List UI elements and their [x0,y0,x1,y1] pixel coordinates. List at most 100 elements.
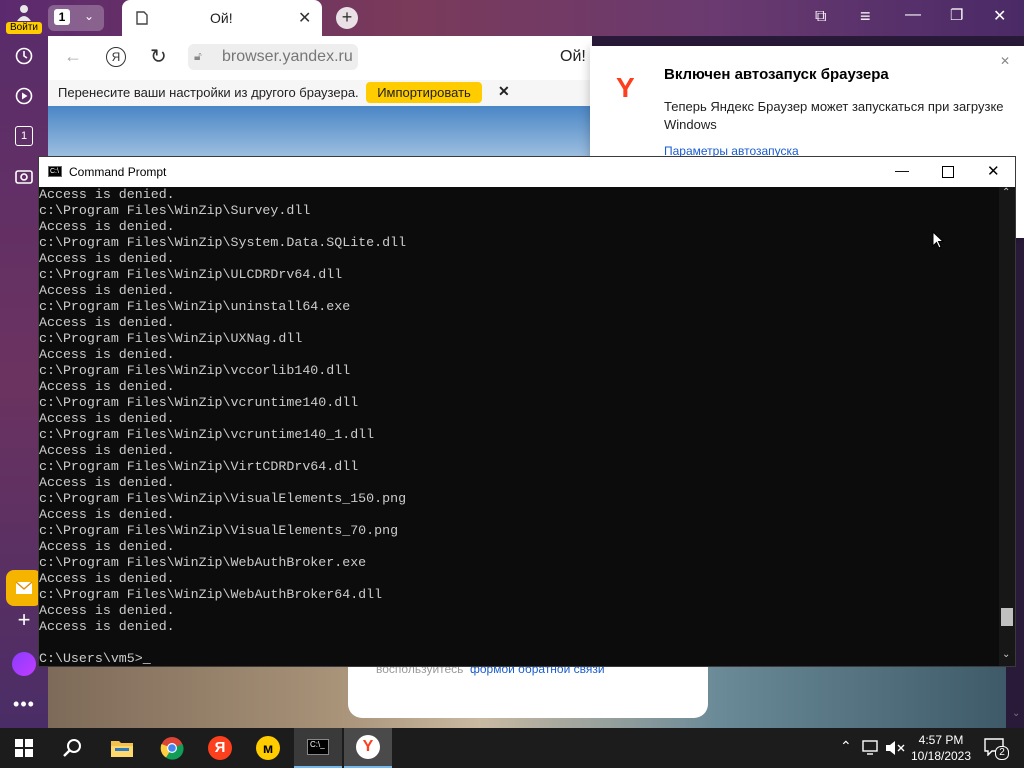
tab-active[interactable]: Ой! ✕ [122,0,322,36]
more-button[interactable]: ••• [6,686,42,722]
profile-label: Войти [6,22,42,34]
rail-tab-counter: 1 [15,126,33,146]
cmd-line: Access is denied. [39,603,175,618]
close-tab-icon[interactable]: ✕ [298,8,311,28]
command-prompt-window: C:\ Command Prompt — ✕ Access is denied.… [38,156,1016,667]
cmd-app-icon: C:\ [48,166,62,177]
start-button[interactable] [0,728,48,768]
cmd-minimize-icon[interactable]: — [895,162,909,178]
cmd-maximize-icon[interactable] [942,166,954,178]
cmd-line: c:\Program Files\WinZip\WebAuthBroker.ex… [39,555,367,570]
close-window-icon[interactable]: ✕ [993,6,1006,26]
cmd-line: Access is denied. [39,219,175,234]
cmd-line: c:\Program Files\WinZip\Survey.dll [39,203,311,218]
cmd-scrollbar[interactable]: ⌃ ⌄ [999,187,1015,666]
cmd-line: c:\Program Files\WinZip\vccorlib140.dll [39,363,351,378]
mail-icon [15,581,33,594]
cmd-taskbar-button[interactable]: C:\_ [294,728,342,768]
clock-date: 10/18/2023 [910,749,972,763]
history-button[interactable] [6,38,42,74]
scroll-thumb[interactable] [1001,608,1013,626]
yandex-browser-icon: Y [356,735,380,759]
yandex-icon: Я [208,736,232,760]
cmd-line: c:\Program Files\WinZip\System.Data.SQLi… [39,235,407,250]
close-import-bar-icon[interactable]: ✕ [498,83,510,100]
cmd-line: C:\Users\vm5>_ [39,651,151,666]
yandex-logo-icon: Y [616,72,635,103]
cmd-line: Access is denied. [39,619,175,634]
cmd-line [39,635,997,651]
yandex-button-taskbar[interactable]: Я [196,728,244,768]
folder-icon [111,741,133,757]
cmd-line: c:\Program Files\WinZip\ULCDRDrv64.dll [39,267,343,282]
volume-muted-icon[interactable] [885,740,905,756]
cmd-close-icon[interactable]: ✕ [987,162,1000,180]
yandex-button[interactable]: Я [106,47,126,67]
search-button[interactable] [48,728,96,768]
cmd-taskbar-icon: C:\_ [307,739,329,755]
cmd-line: c:\Program Files\WinZip\uninstall64.exe [39,299,351,314]
market-icon: м [256,736,280,760]
cmd-line: c:\Program Files\WinZip\WebAuthBroker64.… [39,587,383,602]
import-message: Перенесите ваши настройки из другого бра… [58,85,359,100]
cmd-title-bar[interactable]: C:\ Command Prompt — ✕ [39,157,1015,187]
cmd-line: Access is denied. [39,571,175,586]
cmd-line: c:\Program Files\WinZip\vcruntime140.dll [39,395,359,410]
lock-icon: 🔓︎ [194,49,202,63]
cmd-line: c:\Program Files\WinZip\VirtCDRDrv64.dll [39,459,359,474]
notification-close-icon[interactable]: ✕ [1000,54,1010,68]
file-explorer-button[interactable] [98,728,146,768]
page-icon [136,11,148,25]
import-button[interactable]: Импортировать [366,82,482,103]
windows-logo-icon [15,739,33,757]
user-avatar-icon [17,5,31,21]
bookmarks-icon[interactable]: ⧉ [815,8,826,26]
url-field[interactable]: 🔓︎ browser.yandex.ru [188,44,358,70]
camera-icon [15,170,33,184]
cmd-line: Access is denied. [39,475,175,490]
browser-tab-strip: Войти 1 ⌄ Ой! ✕ + ⧉ ≡ — ❐ ✕ [0,0,1024,36]
profile-button[interactable]: Войти [4,2,44,34]
cmd-line: c:\Program Files\WinZip\vcruntime140_1.d… [39,427,375,442]
cmd-line: Access is denied. [39,507,175,522]
cmd-line: c:\Program Files\WinZip\VisualElements_7… [39,523,399,538]
add-sidebar-button[interactable]: + [6,602,42,638]
action-center-button[interactable]: 2 [984,738,1009,760]
import-settings-bar: Перенесите ваши настройки из другого бра… [48,80,590,106]
address-bar: ← Я ↻ 🔓︎ browser.yandex.ru Ой! [48,36,592,80]
tab-counter: 1 [54,9,70,25]
cmd-line: c:\Program Files\WinZip\UXNag.dll [39,331,303,346]
play-icon [15,87,33,105]
tabs-button[interactable]: 1 [6,118,42,154]
page-scroll-indicator[interactable]: ⌄ [1012,708,1020,719]
minimize-icon[interactable]: — [905,6,921,24]
clock-time: 4:57 PM [918,733,964,747]
clock[interactable]: 4:57 PM 10/18/2023 [906,731,976,767]
mail-button[interactable] [6,570,42,606]
tab-counter-button[interactable]: 1 ⌄ [48,5,104,31]
cmd-line: Access is denied. [39,539,175,554]
media-button[interactable] [6,78,42,114]
show-hidden-icons-icon[interactable]: ⌃ [840,738,852,755]
cmd-line: Access is denied. [39,283,175,298]
cmd-line: Access is denied. [39,347,175,362]
chrome-button[interactable] [148,728,196,768]
new-tab-button[interactable]: + [336,7,358,29]
text-cursor: _ [142,651,151,666]
cmd-line: Access is denied. [39,379,175,394]
yandex-market-button[interactable]: м [244,728,292,768]
back-arrow-icon[interactable]: ← [64,46,82,67]
alice-icon [12,652,36,676]
yandex-browser-taskbar-button[interactable]: Y [344,728,392,768]
cmd-line: Access is denied. [39,251,175,266]
scroll-up-icon[interactable]: ⌃ [1002,187,1010,198]
network-icon[interactable] [862,740,880,756]
reload-icon[interactable]: ↻ [150,44,167,69]
alice-button[interactable] [6,646,42,682]
restore-icon[interactable]: ❐ [950,6,963,24]
screenshot-button[interactable] [6,158,42,194]
menu-icon[interactable]: ≡ [860,6,871,27]
scroll-down-icon[interactable]: ⌄ [1002,649,1010,660]
url-text: browser.yandex.ru [222,48,353,65]
cmd-output[interactable]: Access is denied. c:\Program Files\WinZip… [39,187,997,666]
